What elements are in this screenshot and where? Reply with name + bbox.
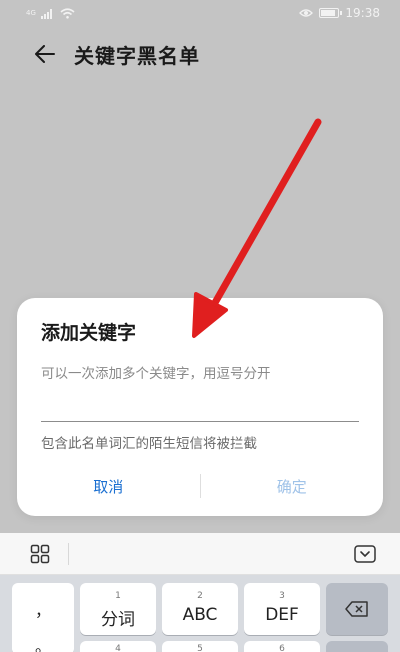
- back-arrow-icon: [35, 45, 55, 63]
- function-key[interactable]: [326, 641, 388, 652]
- status-bar: 4G 19:38: [0, 0, 400, 26]
- status-right: 19:38: [299, 6, 380, 20]
- key-6-number: 6: [279, 644, 285, 652]
- key-4[interactable]: 4: [80, 641, 156, 652]
- key-2[interactable]: 2 ABC: [162, 583, 238, 635]
- wifi-icon: [60, 7, 75, 19]
- delete-key[interactable]: [326, 583, 388, 635]
- key-1-number: 1: [115, 591, 121, 601]
- eye-comfort-icon: [299, 9, 314, 17]
- dialog-hint: 包含此名单词汇的陌生短信将被拦截: [41, 436, 257, 452]
- back-button[interactable]: [32, 41, 58, 67]
- status-left: 4G: [26, 7, 75, 19]
- keyboard: ， 。 1 分词 2 ABC 3 DEF 4 5 6: [0, 575, 400, 652]
- key-4-number: 4: [115, 644, 121, 652]
- key-2-label: ABC: [182, 605, 218, 625]
- keyboard-toolbar: [0, 533, 400, 575]
- key-1[interactable]: 1 分词: [80, 583, 156, 635]
- confirm-button[interactable]: 确定: [201, 476, 384, 497]
- dialog-title: 添加关键字: [41, 322, 137, 344]
- punct-comma: ，: [34, 601, 51, 620]
- key-5-number: 5: [197, 644, 203, 652]
- hide-keyboard-icon[interactable]: [354, 544, 376, 563]
- dialog-button-row: 取消 确定: [17, 468, 383, 504]
- app-header: 关键字黑名单: [0, 30, 400, 78]
- status-time: 19:38: [345, 6, 380, 20]
- signal-label: 4G: [26, 9, 36, 17]
- key-2-number: 2: [197, 591, 203, 601]
- keyword-input-wrapper: [41, 358, 359, 422]
- battery-icon: [319, 8, 343, 18]
- keyword-input[interactable]: [41, 358, 359, 422]
- key-3-label: DEF: [265, 605, 299, 625]
- key-5[interactable]: 5: [162, 641, 238, 652]
- punctuation-key[interactable]: ， 。: [12, 583, 74, 652]
- add-keyword-dialog: 添加关键字 包含此名单词汇的陌生短信将被拦截 取消 确定: [17, 298, 383, 516]
- toolbar-separator: [68, 543, 69, 565]
- punct-period: 。: [34, 637, 51, 652]
- grid-menu-icon[interactable]: [30, 544, 50, 564]
- cancel-button[interactable]: 取消: [17, 476, 200, 497]
- page-title: 关键字黑名单: [74, 43, 200, 68]
- signal-icon: [40, 8, 52, 19]
- backspace-icon: [345, 601, 368, 617]
- key-3[interactable]: 3 DEF: [244, 583, 320, 635]
- key-6[interactable]: 6: [244, 641, 320, 652]
- key-1-label: 分词: [101, 610, 135, 630]
- key-3-number: 3: [279, 591, 285, 601]
